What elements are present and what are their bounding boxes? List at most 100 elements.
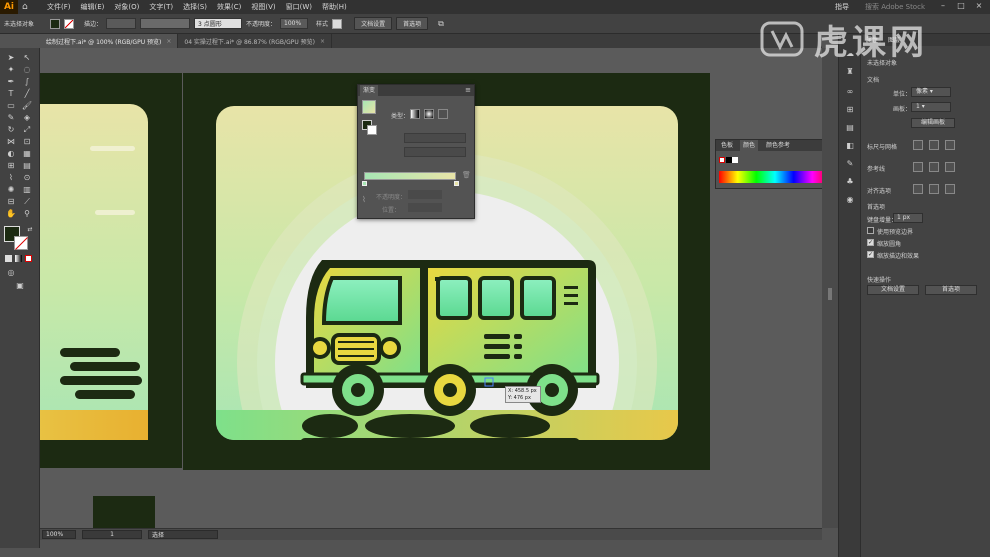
menu-help[interactable]: 帮助(H)	[317, 2, 352, 12]
eyedropper-small-icon[interactable]: ⌇	[362, 195, 366, 204]
gradient-mode-icon[interactable]	[15, 255, 22, 262]
units-dropdown[interactable]: 像素 ▾	[911, 87, 951, 97]
menu-edit[interactable]: 编辑(E)	[76, 2, 110, 12]
prefs-button[interactable]: 首选项	[396, 17, 429, 30]
panel-menu-icon[interactable]: ≡	[465, 86, 471, 94]
gradient-preview-swatch[interactable]	[362, 100, 376, 114]
snap-glyph-icon[interactable]	[945, 184, 955, 194]
spectrum-bar[interactable]	[719, 171, 831, 183]
lock-guides-icon[interactable]	[929, 162, 939, 172]
graph-tool-icon[interactable]: ▥	[21, 184, 33, 196]
gradient-stop-end[interactable]	[454, 181, 459, 186]
tab-color-guide[interactable]: 颜色参考	[763, 140, 793, 151]
artboard-tool-icon[interactable]: ⊟	[5, 196, 17, 208]
artboard-dropdown[interactable]: 1 ▾	[911, 102, 951, 112]
shaper-tool-icon[interactable]: ✎	[5, 112, 17, 124]
eraser-icon[interactable]: ◈	[21, 112, 33, 124]
blend-tool-icon[interactable]: ⊙	[21, 172, 33, 184]
curvature-tool-icon[interactable]: ∫	[21, 76, 33, 88]
pixel-grid-icon[interactable]	[945, 140, 955, 150]
links-icon[interactable]: ∞	[844, 86, 856, 98]
appearance-icon[interactable]: ◉	[844, 194, 856, 206]
free-transform-icon[interactable]: ⊡	[21, 136, 33, 148]
trash-icon[interactable]: 🗑	[462, 171, 471, 179]
draw-mode-icon[interactable]: ◎	[5, 267, 17, 279]
minimize-icon[interactable]: –	[936, 1, 950, 10]
color-mode-icon[interactable]	[5, 255, 12, 262]
quick-doc-setup-button[interactable]: 文档设置	[867, 285, 919, 295]
eyedropper-icon[interactable]: ⌇	[5, 172, 17, 184]
slice-tool-icon[interactable]: ⟋	[21, 196, 33, 208]
gradient-panel-title[interactable]: 渐变	[360, 85, 379, 96]
smart-guides-icon[interactable]	[945, 162, 955, 172]
zoom-field[interactable]: 100%	[42, 530, 76, 539]
width-tool-icon[interactable]: ⋈	[5, 136, 17, 148]
magic-wand-icon[interactable]: ✦	[5, 64, 17, 76]
gradient-slider[interactable]	[364, 172, 456, 180]
menu-select[interactable]: 选择(S)	[178, 2, 212, 12]
align-icon[interactable]: ▤	[844, 122, 856, 134]
fill-swatch[interactable]	[50, 18, 61, 29]
workspace-switcher[interactable]: 指导	[830, 2, 854, 12]
white-swatch[interactable]	[732, 157, 738, 163]
preview-bounds-checkbox[interactable]	[867, 227, 874, 234]
perspective-grid-icon[interactable]: ▦	[21, 148, 33, 160]
line-tool-icon[interactable]: ╱	[21, 88, 33, 100]
direct-selection-tool-icon[interactable]: ↖	[21, 52, 33, 64]
none-swatch-icon[interactable]	[719, 157, 725, 163]
show-guides-icon[interactable]	[913, 162, 923, 172]
radial-gradient-icon[interactable]	[424, 109, 434, 119]
properties-icon[interactable]: ♜	[844, 66, 856, 78]
menu-object[interactable]: 对象(O)	[109, 2, 144, 12]
type-tool-icon[interactable]: T	[5, 88, 17, 100]
grid-icon[interactable]	[929, 140, 939, 150]
screen-mode-icon[interactable]: ▣	[14, 280, 26, 292]
none-mode-icon[interactable]	[25, 255, 32, 262]
scale-corners-checkbox[interactable]: ✓	[867, 239, 874, 246]
gradient-stop-start[interactable]	[362, 181, 367, 186]
brushes-icon[interactable]: ✎	[844, 158, 856, 170]
symbol-sprayer-icon[interactable]: ✺	[5, 184, 17, 196]
lasso-icon[interactable]: ◌	[21, 64, 33, 76]
tab-swatches[interactable]: 色板	[718, 140, 736, 151]
selection-tool-icon[interactable]: ➤	[5, 52, 17, 64]
mesh-tool-icon[interactable]: ⊞	[5, 160, 17, 172]
opacity-input[interactable]: 100%	[280, 18, 309, 29]
tab-document-2[interactable]: 04 实操过程下.ai* @ 86.87% (RGB/GPU 预览) ×	[178, 34, 333, 48]
close-tab-icon[interactable]: ×	[320, 38, 325, 45]
close-icon[interactable]: ×	[972, 1, 986, 10]
menu-type[interactable]: 文字(T)	[144, 2, 178, 12]
stock-search[interactable]: 搜索 Adobe Stock	[860, 2, 930, 12]
arrange-icon[interactable]: ⧉	[438, 19, 444, 29]
snap-point-icon[interactable]	[913, 184, 923, 194]
variable-width-dropdown[interactable]	[140, 18, 191, 29]
tool-name-field[interactable]: 选择	[148, 530, 218, 539]
scale-tool-icon[interactable]: ⤢	[21, 124, 33, 136]
zoom-tool-icon[interactable]: ⚲	[21, 208, 33, 220]
style-swatch[interactable]	[332, 18, 343, 29]
brush-dropdown[interactable]: 3 点圆形	[194, 18, 243, 29]
snap-pixel-icon[interactable]	[929, 184, 939, 194]
stroke-none-icon[interactable]	[367, 125, 377, 135]
keyboard-increment-input[interactable]: 1 px	[893, 213, 923, 223]
rotate-tool-icon[interactable]: ↻	[5, 124, 17, 136]
stroke-weight-dropdown[interactable]	[106, 18, 137, 29]
hand-tool-icon[interactable]: ✋	[5, 208, 17, 220]
close-tab-icon[interactable]: ×	[166, 38, 171, 45]
tab-color[interactable]: 颜色	[740, 140, 759, 151]
home-icon[interactable]: ⌂	[22, 2, 36, 12]
maximize-icon[interactable]: □	[954, 1, 968, 10]
symbols-icon[interactable]: ♣	[844, 176, 856, 188]
pen-tool-icon[interactable]: ✒	[5, 76, 17, 88]
doc-setup-button[interactable]: 文档设置	[354, 17, 393, 30]
menu-window[interactable]: 窗口(W)	[281, 2, 317, 12]
swap-colors-icon[interactable]: ⇄	[24, 224, 36, 236]
quick-prefs-button[interactable]: 首选项	[925, 285, 977, 295]
edit-artboard-button[interactable]: 编辑画板	[911, 118, 955, 128]
ruler-icon[interactable]	[913, 140, 923, 150]
stroke-color-icon[interactable]	[14, 236, 28, 250]
scale-strokes-checkbox[interactable]: ✓	[867, 251, 874, 258]
menu-file[interactable]: 文件(F)	[42, 2, 76, 12]
freeform-gradient-icon[interactable]	[438, 109, 448, 119]
vertical-scrollbar[interactable]	[822, 48, 838, 528]
